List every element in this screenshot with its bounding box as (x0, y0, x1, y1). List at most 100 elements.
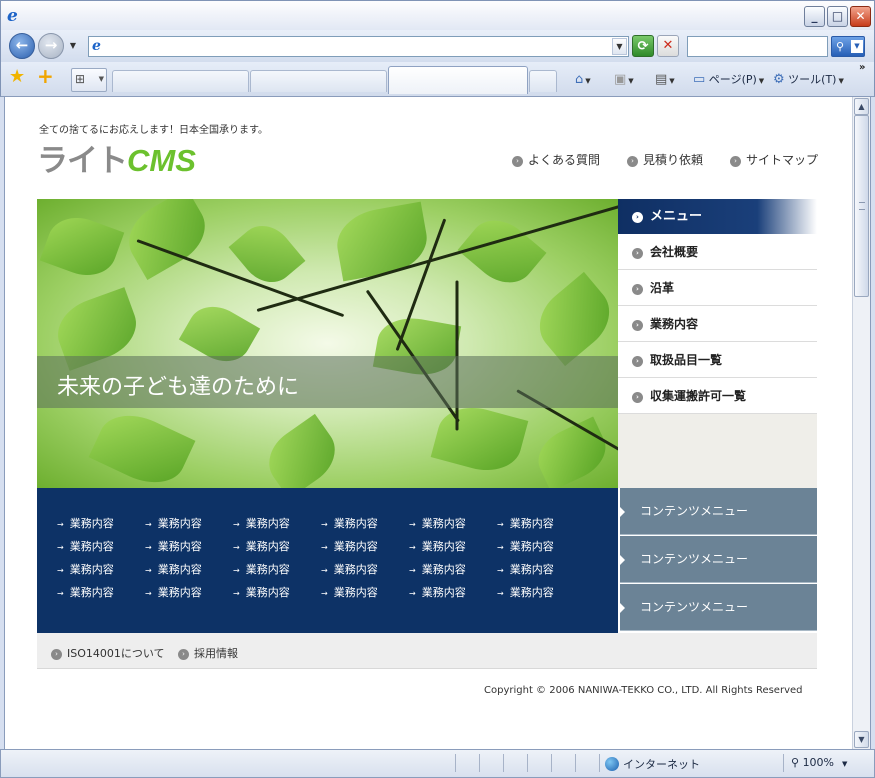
footer-link-label: ISO14001について (67, 647, 165, 660)
quick-tabs-button[interactable]: ⊞ ▼ (71, 68, 107, 92)
business-link[interactable]: 業務内容 (497, 561, 554, 577)
print-button[interactable]: ▤ ▼ (655, 71, 675, 89)
address-dropdown[interactable]: ▼ (612, 38, 627, 55)
back-button[interactable]: ← (9, 33, 35, 59)
security-zone-label: インターネット (623, 758, 700, 771)
business-link[interactable]: 業務内容 (145, 561, 202, 577)
arrow-circle-icon: › (632, 320, 643, 331)
page-menu[interactable]: ▭ ページ(P) ▼ (693, 71, 764, 89)
side-item-label: 会社概要 (650, 245, 699, 259)
business-link[interactable]: 業務内容 (321, 584, 378, 600)
close-button[interactable]: ✕ (850, 6, 871, 27)
feeds-button[interactable]: ▣ ▼ (614, 71, 634, 89)
home-button[interactable]: ⌂ ▼ (575, 71, 591, 89)
search-button[interactable]: ⚲ ▼ (831, 36, 865, 57)
zoom-control[interactable]: ⚲ 100% ▼ (791, 756, 847, 769)
tab-list-dropdown[interactable]: ▼ (99, 69, 104, 90)
business-link[interactable]: 業務内容 (497, 584, 554, 600)
arrow-circle-icon: › (627, 156, 638, 167)
side-item-history[interactable]: › 沿革 (618, 270, 817, 306)
search-box (687, 36, 828, 57)
footer-bar: › ISO14001について › 採用情報 (37, 633, 817, 669)
scroll-down-button[interactable]: ▼ (854, 731, 869, 748)
business-link[interactable]: 業務内容 (145, 515, 202, 531)
business-link[interactable]: 業務内容 (409, 561, 466, 577)
business-link[interactable]: 業務内容 (497, 538, 554, 554)
side-item-products[interactable]: › 取扱品目一覧 (618, 342, 817, 378)
site-logo[interactable]: ライトCMS (37, 135, 196, 179)
security-zone[interactable]: インターネット (605, 756, 700, 772)
minimize-button[interactable]: _ (804, 6, 825, 27)
tab-bar: ★ + ⊞ ▼ ⌂ ▼ ▣ ▼ ▤ ▼ ▭ ページ(P) ▼ ⚙ ツール(T) ▼ » (0, 62, 875, 97)
refresh-button[interactable]: ⟳ (632, 35, 654, 57)
search-options-dropdown[interactable]: ▼ (851, 40, 863, 53)
add-favorite-icon[interactable]: + (37, 66, 54, 86)
printer-icon: ▤ (655, 72, 668, 87)
tools-menu[interactable]: ⚙ ツール(T) ▼ (773, 71, 844, 89)
top-nav-label: 見積り依頼 (643, 153, 704, 167)
side-menu-header-label: メニュー (650, 209, 703, 224)
address-input[interactable] (109, 38, 609, 55)
top-nav-estimate[interactable]: › 見積り依頼 (627, 151, 703, 168)
arrow-circle-icon: › (51, 649, 62, 660)
search-input[interactable] (688, 37, 827, 56)
arrow-circle-icon: › (178, 649, 189, 660)
zoom-level: 100% (802, 756, 835, 769)
business-link[interactable]: 業務内容 (57, 561, 114, 577)
address-bar: e ▼ (88, 36, 629, 57)
business-link[interactable]: 業務内容 (409, 538, 466, 554)
business-link[interactable]: 業務内容 (233, 515, 290, 531)
navigation-bar: ← → ▼ e ▼ ⟳ ✕ ⚲ ▼ (0, 30, 875, 62)
business-links-panel: 業務内容 業務内容 業務内容 業務内容 業務内容 業務内容 業務内容 業務内容 … (37, 488, 618, 633)
forward-button[interactable]: → (38, 33, 64, 59)
business-link[interactable]: 業務内容 (321, 538, 378, 554)
arrow-circle-icon: › (632, 248, 643, 259)
business-link[interactable]: 業務内容 (233, 538, 290, 554)
business-link[interactable]: 業務内容 (57, 538, 114, 554)
tab-1[interactable] (112, 70, 249, 92)
new-tab[interactable] (529, 70, 557, 92)
business-link[interactable]: 業務内容 (321, 561, 378, 577)
side-item-company[interactable]: › 会社概要 (618, 234, 817, 270)
side-item-permits[interactable]: › 収集運搬許可一覧 (618, 378, 817, 414)
quick-tabs-icon: ⊞ (75, 72, 86, 86)
business-link[interactable]: 業務内容 (57, 515, 114, 531)
content-menu-item-1[interactable]: コンテンツメニュー (620, 488, 817, 535)
footer-link-recruit[interactable]: › 採用情報 (178, 645, 238, 661)
favorites-star-icon[interactable]: ★ (9, 67, 25, 87)
business-link[interactable]: 業務内容 (145, 584, 202, 600)
scroll-up-button[interactable]: ▲ (854, 98, 869, 115)
top-nav-faq[interactable]: › よくある質問 (512, 151, 600, 168)
business-link[interactable]: 業務内容 (497, 515, 554, 531)
business-link[interactable]: 業務内容 (145, 538, 202, 554)
title-bar: e _ □ ✕ (0, 0, 875, 30)
page-icon: e (92, 38, 101, 54)
copyright-text: Copyright © 2006 NANIWA-TEKKO CO., LTD. … (484, 685, 803, 696)
arrow-circle-icon: › (632, 356, 643, 367)
maximize-button[interactable]: □ (827, 6, 848, 27)
top-nav-label: よくある質問 (528, 153, 601, 167)
business-link[interactable]: 業務内容 (233, 561, 290, 577)
logo-cms: CMS (127, 143, 196, 178)
vertical-scrollbar[interactable]: ▲ ▼ (852, 97, 870, 749)
more-commands-icon[interactable]: » (859, 62, 865, 73)
side-item-label: 業務内容 (650, 317, 699, 331)
footer-link-iso[interactable]: › ISO14001について (51, 645, 165, 661)
top-nav-sitemap[interactable]: › サイトマップ (730, 151, 818, 168)
tab-active[interactable] (388, 66, 528, 94)
stop-button[interactable]: ✕ (657, 35, 679, 57)
content-menu-item-2[interactable]: コンテンツメニュー (620, 536, 817, 583)
hero-caption: 未来の子ども達のために (57, 375, 300, 400)
scroll-thumb[interactable] (854, 115, 869, 297)
tab-2[interactable] (250, 70, 387, 92)
home-icon: ⌂ (575, 72, 584, 87)
business-link[interactable]: 業務内容 (409, 515, 466, 531)
hero-image: 未来の子ども達のために (37, 199, 618, 488)
content-menu-item-3[interactable]: コンテンツメニュー (620, 584, 817, 631)
business-link[interactable]: 業務内容 (233, 584, 290, 600)
side-item-business[interactable]: › 業務内容 (618, 306, 817, 342)
business-link[interactable]: 業務内容 (57, 584, 114, 600)
business-link[interactable]: 業務内容 (409, 584, 466, 600)
recent-pages-dropdown[interactable]: ▼ (66, 39, 80, 53)
business-link[interactable]: 業務内容 (321, 515, 378, 531)
